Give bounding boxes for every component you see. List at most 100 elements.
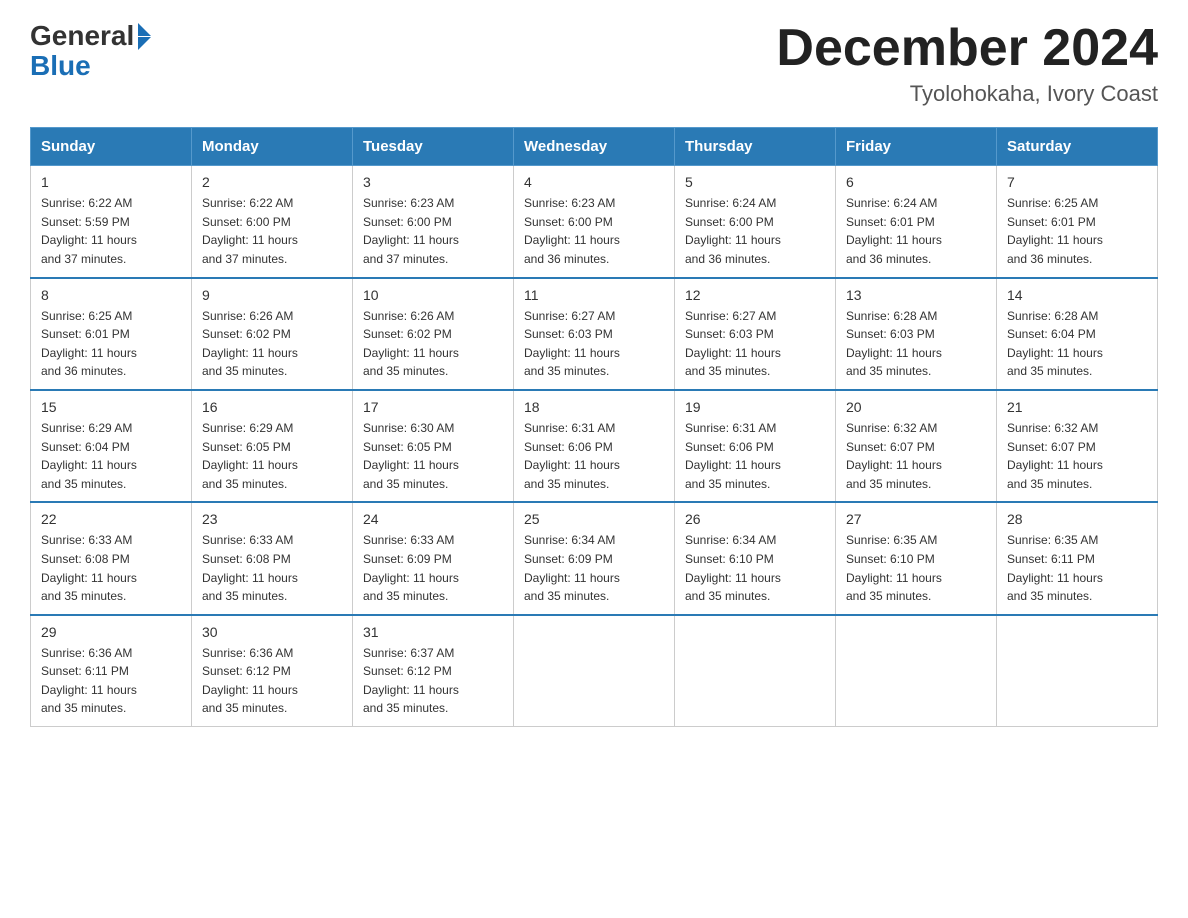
day-number: 15 bbox=[41, 399, 181, 415]
logo-general-text: General bbox=[30, 20, 134, 52]
calendar-cell: 28 Sunrise: 6:35 AM Sunset: 6:11 PM Dayl… bbox=[997, 502, 1158, 614]
day-info: Sunrise: 6:27 AM Sunset: 6:03 PM Dayligh… bbox=[685, 307, 825, 381]
day-info: Sunrise: 6:29 AM Sunset: 6:04 PM Dayligh… bbox=[41, 419, 181, 493]
calendar-cell: 23 Sunrise: 6:33 AM Sunset: 6:08 PM Dayl… bbox=[192, 502, 353, 614]
calendar-cell: 31 Sunrise: 6:37 AM Sunset: 6:12 PM Dayl… bbox=[353, 615, 514, 727]
day-number: 25 bbox=[524, 511, 664, 527]
calendar-cell: 11 Sunrise: 6:27 AM Sunset: 6:03 PM Dayl… bbox=[514, 278, 675, 390]
calendar-cell bbox=[997, 615, 1158, 727]
calendar-cell: 22 Sunrise: 6:33 AM Sunset: 6:08 PM Dayl… bbox=[31, 502, 192, 614]
logo-arrow-top bbox=[138, 23, 151, 36]
location-text: Tyolohokaha, Ivory Coast bbox=[776, 81, 1158, 107]
day-info: Sunrise: 6:36 AM Sunset: 6:12 PM Dayligh… bbox=[202, 644, 342, 718]
day-info: Sunrise: 6:26 AM Sunset: 6:02 PM Dayligh… bbox=[202, 307, 342, 381]
calendar-cell bbox=[836, 615, 997, 727]
day-number: 2 bbox=[202, 174, 342, 190]
day-number: 21 bbox=[1007, 399, 1147, 415]
calendar-cell: 8 Sunrise: 6:25 AM Sunset: 6:01 PM Dayli… bbox=[31, 278, 192, 390]
header-wednesday: Wednesday bbox=[514, 128, 675, 166]
calendar-cell: 19 Sunrise: 6:31 AM Sunset: 6:06 PM Dayl… bbox=[675, 390, 836, 502]
day-info: Sunrise: 6:30 AM Sunset: 6:05 PM Dayligh… bbox=[363, 419, 503, 493]
logo: General Blue bbox=[30, 20, 151, 80]
calendar-cell: 2 Sunrise: 6:22 AM Sunset: 6:00 PM Dayli… bbox=[192, 166, 353, 278]
calendar-cell: 9 Sunrise: 6:26 AM Sunset: 6:02 PM Dayli… bbox=[192, 278, 353, 390]
day-number: 27 bbox=[846, 511, 986, 527]
day-info: Sunrise: 6:33 AM Sunset: 6:09 PM Dayligh… bbox=[363, 531, 503, 605]
calendar-cell: 1 Sunrise: 6:22 AM Sunset: 5:59 PM Dayli… bbox=[31, 166, 192, 278]
day-number: 12 bbox=[685, 287, 825, 303]
calendar-cell: 30 Sunrise: 6:36 AM Sunset: 6:12 PM Dayl… bbox=[192, 615, 353, 727]
calendar-cell: 12 Sunrise: 6:27 AM Sunset: 6:03 PM Dayl… bbox=[675, 278, 836, 390]
header-monday: Monday bbox=[192, 128, 353, 166]
day-info: Sunrise: 6:24 AM Sunset: 6:00 PM Dayligh… bbox=[685, 194, 825, 268]
day-info: Sunrise: 6:26 AM Sunset: 6:02 PM Dayligh… bbox=[363, 307, 503, 381]
calendar-cell: 3 Sunrise: 6:23 AM Sunset: 6:00 PM Dayli… bbox=[353, 166, 514, 278]
calendar-cell: 18 Sunrise: 6:31 AM Sunset: 6:06 PM Dayl… bbox=[514, 390, 675, 502]
calendar-cell: 4 Sunrise: 6:23 AM Sunset: 6:00 PM Dayli… bbox=[514, 166, 675, 278]
day-info: Sunrise: 6:25 AM Sunset: 6:01 PM Dayligh… bbox=[41, 307, 181, 381]
day-info: Sunrise: 6:28 AM Sunset: 6:03 PM Dayligh… bbox=[846, 307, 986, 381]
day-info: Sunrise: 6:23 AM Sunset: 6:00 PM Dayligh… bbox=[363, 194, 503, 268]
day-number: 24 bbox=[363, 511, 503, 527]
day-info: Sunrise: 6:37 AM Sunset: 6:12 PM Dayligh… bbox=[363, 644, 503, 718]
calendar-cell: 5 Sunrise: 6:24 AM Sunset: 6:00 PM Dayli… bbox=[675, 166, 836, 278]
day-number: 14 bbox=[1007, 287, 1147, 303]
day-number: 4 bbox=[524, 174, 664, 190]
day-number: 5 bbox=[685, 174, 825, 190]
day-info: Sunrise: 6:25 AM Sunset: 6:01 PM Dayligh… bbox=[1007, 194, 1147, 268]
day-number: 1 bbox=[41, 174, 181, 190]
day-info: Sunrise: 6:34 AM Sunset: 6:10 PM Dayligh… bbox=[685, 531, 825, 605]
day-number: 23 bbox=[202, 511, 342, 527]
day-number: 22 bbox=[41, 511, 181, 527]
day-number: 20 bbox=[846, 399, 986, 415]
logo-blue-text: Blue bbox=[30, 52, 151, 80]
day-info: Sunrise: 6:24 AM Sunset: 6:01 PM Dayligh… bbox=[846, 194, 986, 268]
calendar-cell: 7 Sunrise: 6:25 AM Sunset: 6:01 PM Dayli… bbox=[997, 166, 1158, 278]
calendar-cell: 26 Sunrise: 6:34 AM Sunset: 6:10 PM Dayl… bbox=[675, 502, 836, 614]
calendar-cell: 16 Sunrise: 6:29 AM Sunset: 6:05 PM Dayl… bbox=[192, 390, 353, 502]
day-info: Sunrise: 6:33 AM Sunset: 6:08 PM Dayligh… bbox=[202, 531, 342, 605]
day-info: Sunrise: 6:32 AM Sunset: 6:07 PM Dayligh… bbox=[846, 419, 986, 493]
day-number: 9 bbox=[202, 287, 342, 303]
calendar-header-row: SundayMondayTuesdayWednesdayThursdayFrid… bbox=[31, 128, 1158, 166]
day-info: Sunrise: 6:22 AM Sunset: 5:59 PM Dayligh… bbox=[41, 194, 181, 268]
day-info: Sunrise: 6:31 AM Sunset: 6:06 PM Dayligh… bbox=[685, 419, 825, 493]
day-info: Sunrise: 6:33 AM Sunset: 6:08 PM Dayligh… bbox=[41, 531, 181, 605]
day-info: Sunrise: 6:28 AM Sunset: 6:04 PM Dayligh… bbox=[1007, 307, 1147, 381]
day-number: 11 bbox=[524, 287, 664, 303]
day-number: 16 bbox=[202, 399, 342, 415]
day-info: Sunrise: 6:35 AM Sunset: 6:11 PM Dayligh… bbox=[1007, 531, 1147, 605]
calendar-cell: 25 Sunrise: 6:34 AM Sunset: 6:09 PM Dayl… bbox=[514, 502, 675, 614]
day-info: Sunrise: 6:27 AM Sunset: 6:03 PM Dayligh… bbox=[524, 307, 664, 381]
day-number: 7 bbox=[1007, 174, 1147, 190]
day-number: 26 bbox=[685, 511, 825, 527]
day-number: 17 bbox=[363, 399, 503, 415]
header-friday: Friday bbox=[836, 128, 997, 166]
calendar-cell bbox=[514, 615, 675, 727]
day-number: 31 bbox=[363, 624, 503, 640]
day-info: Sunrise: 6:35 AM Sunset: 6:10 PM Dayligh… bbox=[846, 531, 986, 605]
month-title: December 2024 bbox=[776, 20, 1158, 77]
calendar-cell: 24 Sunrise: 6:33 AM Sunset: 6:09 PM Dayl… bbox=[353, 502, 514, 614]
day-number: 6 bbox=[846, 174, 986, 190]
day-info: Sunrise: 6:22 AM Sunset: 6:00 PM Dayligh… bbox=[202, 194, 342, 268]
header-sunday: Sunday bbox=[31, 128, 192, 166]
calendar-week-1: 1 Sunrise: 6:22 AM Sunset: 5:59 PM Dayli… bbox=[31, 166, 1158, 278]
day-info: Sunrise: 6:34 AM Sunset: 6:09 PM Dayligh… bbox=[524, 531, 664, 605]
calendar-week-3: 15 Sunrise: 6:29 AM Sunset: 6:04 PM Dayl… bbox=[31, 390, 1158, 502]
day-info: Sunrise: 6:36 AM Sunset: 6:11 PM Dayligh… bbox=[41, 644, 181, 718]
day-number: 28 bbox=[1007, 511, 1147, 527]
day-number: 18 bbox=[524, 399, 664, 415]
calendar-cell: 10 Sunrise: 6:26 AM Sunset: 6:02 PM Dayl… bbox=[353, 278, 514, 390]
title-section: December 2024 Tyolohokaha, Ivory Coast bbox=[776, 20, 1158, 107]
header-tuesday: Tuesday bbox=[353, 128, 514, 166]
header-thursday: Thursday bbox=[675, 128, 836, 166]
calendar-cell: 6 Sunrise: 6:24 AM Sunset: 6:01 PM Dayli… bbox=[836, 166, 997, 278]
day-number: 30 bbox=[202, 624, 342, 640]
logo-arrow-bottom bbox=[138, 37, 151, 50]
page-header: General Blue December 2024 Tyolohokaha, … bbox=[30, 20, 1158, 107]
calendar-cell bbox=[675, 615, 836, 727]
calendar-cell: 15 Sunrise: 6:29 AM Sunset: 6:04 PM Dayl… bbox=[31, 390, 192, 502]
calendar-week-2: 8 Sunrise: 6:25 AM Sunset: 6:01 PM Dayli… bbox=[31, 278, 1158, 390]
day-number: 8 bbox=[41, 287, 181, 303]
